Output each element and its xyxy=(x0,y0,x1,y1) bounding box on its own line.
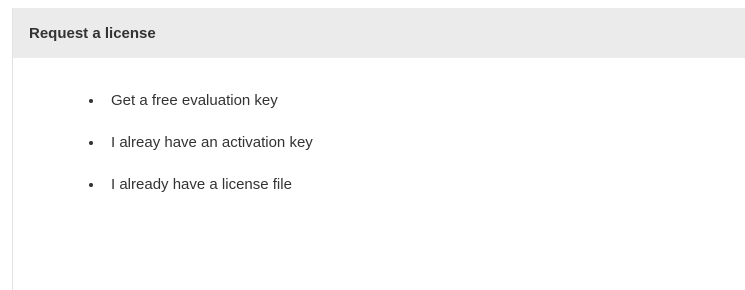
bullet-icon xyxy=(89,182,93,187)
option-evaluation-key: Get a free evaluation key xyxy=(89,90,745,111)
panel-header: Request a license xyxy=(13,8,745,58)
option-activation-key: I alreay have an activation key xyxy=(89,132,745,153)
evaluation-key-link[interactable]: Get a free evaluation key xyxy=(111,92,278,109)
bullet-icon xyxy=(89,98,93,103)
bullet-icon xyxy=(89,140,93,145)
activation-key-link[interactable]: I alreay have an activation key xyxy=(111,134,313,151)
license-file-link[interactable]: I already have a license file xyxy=(111,176,292,193)
license-options-list: Get a free evaluation key I alreay have … xyxy=(13,90,745,195)
panel-title: Request a license xyxy=(29,24,156,42)
request-license-panel: Request a license Get a free evaluation … xyxy=(12,8,745,290)
option-license-file: I already have a license file xyxy=(89,174,745,195)
panel-body: Get a free evaluation key I alreay have … xyxy=(13,58,745,195)
